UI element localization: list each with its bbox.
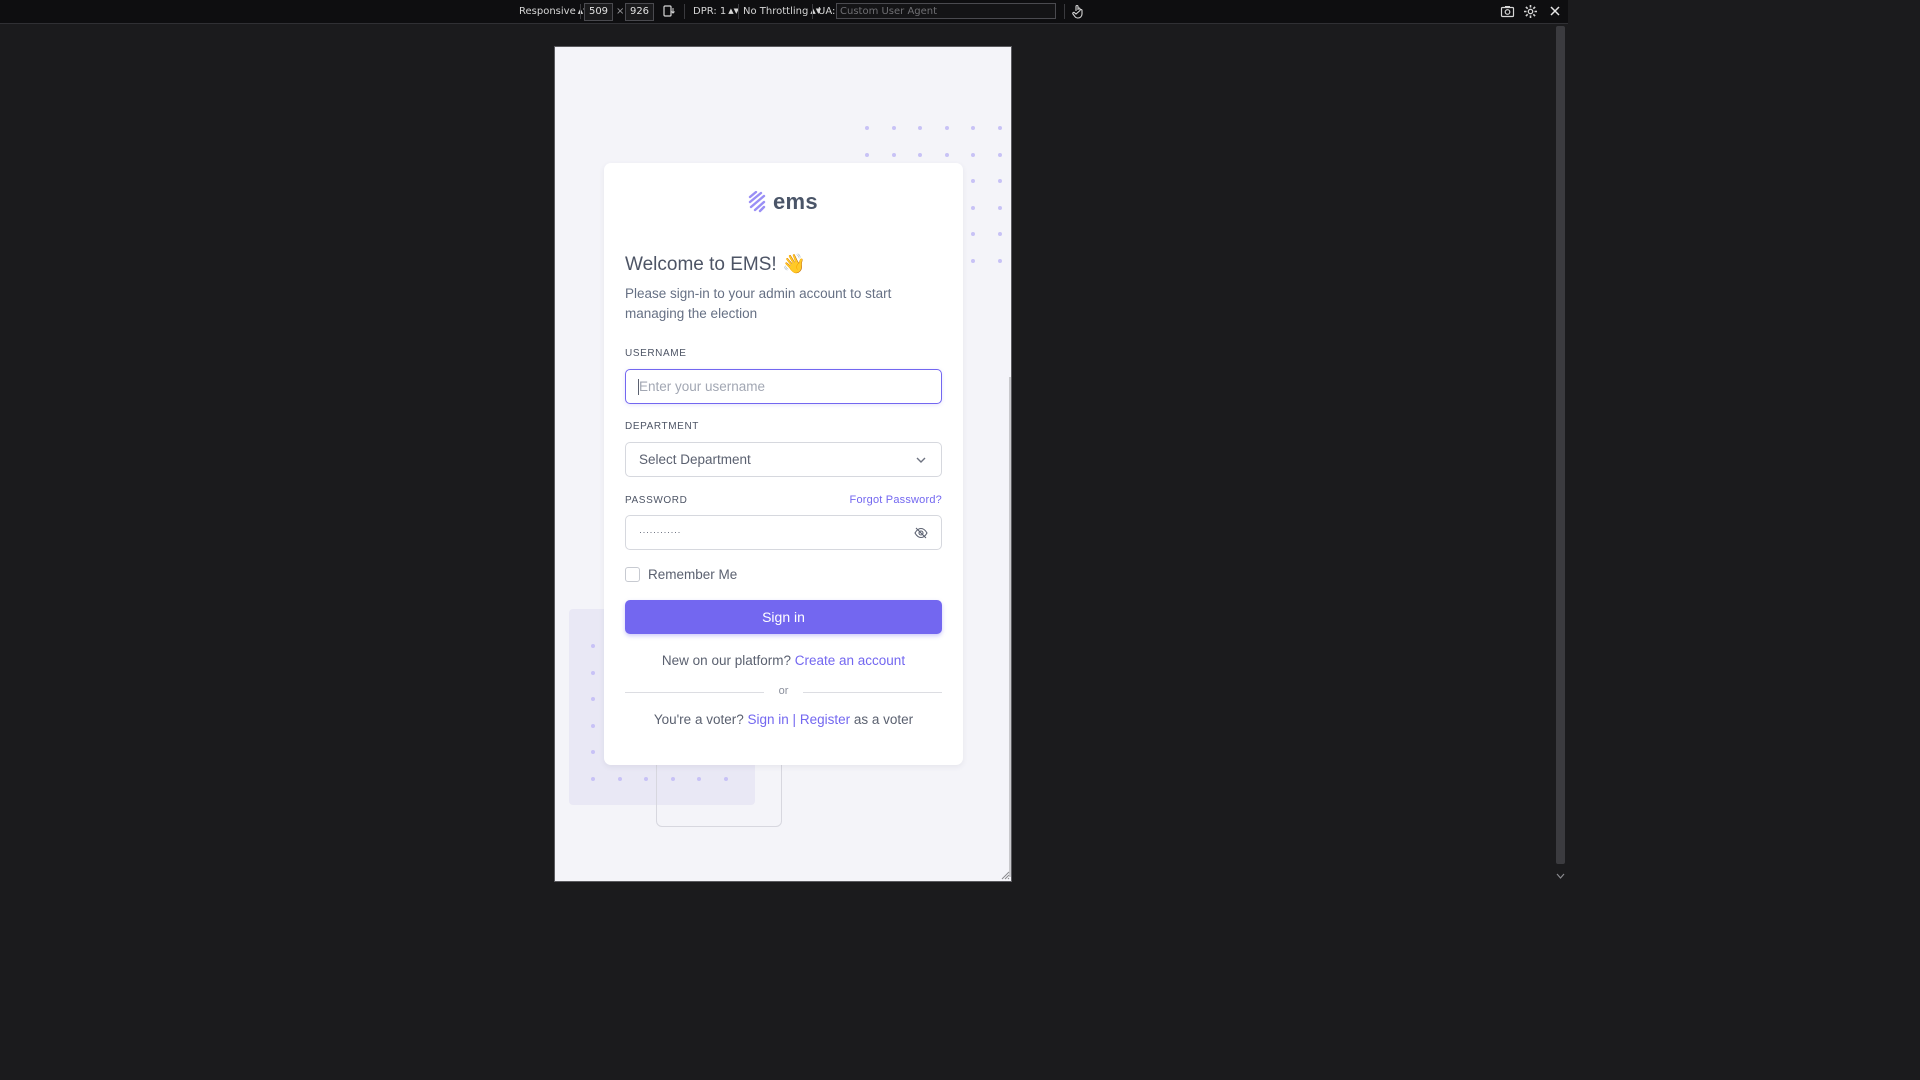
decorative-dot	[944, 152, 949, 157]
viewport-scrollbar[interactable]	[1009, 377, 1011, 877]
decorative-dot	[591, 670, 595, 675]
decorative-dot	[997, 258, 1002, 263]
page-title: Welcome to EMS! 👋	[625, 254, 806, 275]
ua-label: UA:	[818, 6, 836, 17]
decorative-dot	[918, 152, 922, 157]
decorative-dot	[997, 205, 1002, 210]
create-account-link[interactable]: Create an account	[795, 653, 905, 668]
decorative-dot	[865, 126, 869, 130]
device-selector-label: Responsive	[519, 6, 576, 17]
decorative-dot	[997, 179, 1002, 183]
decorative-dot	[617, 776, 622, 781]
password-input[interactable]: ············	[625, 515, 942, 550]
decorative-dot	[997, 232, 1002, 236]
decorative-dot	[591, 750, 595, 754]
rotate-device-icon[interactable]	[662, 4, 676, 18]
login-card: ems Welcome to EMS! 👋 Please sign-in to …	[604, 163, 963, 765]
remember-me-label[interactable]: Remember Me	[648, 567, 737, 583]
decorative-dot	[865, 152, 869, 157]
dimension-times: ×	[616, 6, 625, 17]
decorative-dot	[971, 152, 975, 157]
scroll-down-icon[interactable]	[1556, 872, 1565, 880]
decorative-dot	[891, 126, 896, 130]
emulated-viewport: ems Welcome to EMS! 👋 Please sign-in to …	[554, 46, 1012, 882]
toolbar-separator	[1064, 4, 1065, 19]
viewport-width-input[interactable]: 509	[584, 3, 613, 21]
voter-prompt: You're a voter?	[653, 712, 744, 727]
toolbar-separator	[684, 4, 685, 19]
close-icon[interactable]	[1549, 5, 1561, 17]
scrollbar-thumb[interactable]	[1556, 26, 1565, 864]
decorative-dot	[971, 205, 975, 210]
department-label: DEPARTMENT	[625, 421, 699, 432]
decorative-dot	[944, 126, 949, 130]
username-placeholder: Enter your username	[639, 379, 766, 394]
ems-logo-icon	[748, 190, 766, 213]
remember-me-checkbox[interactable]	[625, 567, 640, 582]
decorative-dot	[971, 232, 975, 236]
decorative-dot	[591, 644, 595, 648]
toolbar-separator	[812, 4, 813, 19]
username-input[interactable]: Enter your username	[625, 369, 942, 404]
password-value: ············	[639, 527, 681, 537]
decorative-dot	[644, 776, 648, 781]
dpr-label: DPR: 1	[693, 6, 727, 17]
brand-logo: ems	[747, 189, 818, 217]
decorative-dot	[591, 776, 595, 781]
decorative-dot	[997, 152, 1002, 157]
resize-handle-icon[interactable]	[1000, 870, 1010, 880]
device-selector[interactable]: Responsive▲▼	[519, 0, 589, 23]
decorative-dot	[971, 179, 975, 183]
settings-gear-icon[interactable]	[1523, 4, 1538, 19]
devtools-toolbar: Responsive▲▼ 509 × 926 DPR: 1▲▼ No Throt…	[0, 0, 1568, 24]
voter-suffix: as a voter	[853, 712, 914, 727]
page-scrollbar[interactable]	[1553, 24, 1568, 882]
decorative-dot	[591, 723, 595, 728]
screenshot-icon[interactable]	[1500, 4, 1515, 19]
divider-or-text: or	[778, 685, 789, 697]
toolbar-separator	[738, 4, 739, 19]
decorative-dot	[971, 258, 975, 263]
voter-link-separator: |	[792, 712, 797, 727]
touch-simulation-icon[interactable]	[1071, 4, 1085, 19]
throttling-selector[interactable]: No Throttling ▲▼	[743, 0, 821, 23]
voter-row: You're a voter? Sign in | Register as a …	[604, 712, 963, 727]
user-agent-input[interactable]: Custom User Agent	[836, 3, 1056, 19]
dpr-selector[interactable]: DPR: 1 ▲▼	[693, 0, 739, 23]
password-label: PASSWORD	[625, 495, 688, 506]
decorative-dot	[891, 152, 896, 157]
throttling-label: No Throttling	[743, 6, 809, 17]
sign-in-button[interactable]: Sign in	[625, 600, 942, 634]
voter-sign-in-link[interactable]: Sign in	[748, 712, 789, 727]
voter-register-link[interactable]: Register	[800, 712, 850, 727]
decorative-dot	[971, 126, 975, 130]
forgot-password-link[interactable]: Forgot Password?	[850, 494, 942, 506]
create-account-row: New on our platform? Create an account	[604, 653, 963, 668]
brand-name: ems	[773, 189, 818, 214]
username-label: USERNAME	[625, 348, 687, 359]
decorative-dot	[997, 126, 1002, 130]
page-subtitle: Please sign-in to your admin account to …	[625, 286, 892, 321]
chevron-down-icon	[916, 457, 926, 463]
new-account-prompt: New on our platform?	[661, 653, 791, 668]
eye-off-icon[interactable]	[914, 527, 928, 539]
department-selected-value: Select Department	[639, 452, 751, 467]
department-select[interactable]: Select Department	[625, 442, 942, 477]
decorative-dot	[591, 697, 595, 701]
decorative-dot	[918, 126, 922, 130]
toolbar-separator	[580, 4, 581, 19]
divider-right	[803, 692, 942, 693]
viewport-height-input[interactable]: 926	[625, 3, 654, 21]
